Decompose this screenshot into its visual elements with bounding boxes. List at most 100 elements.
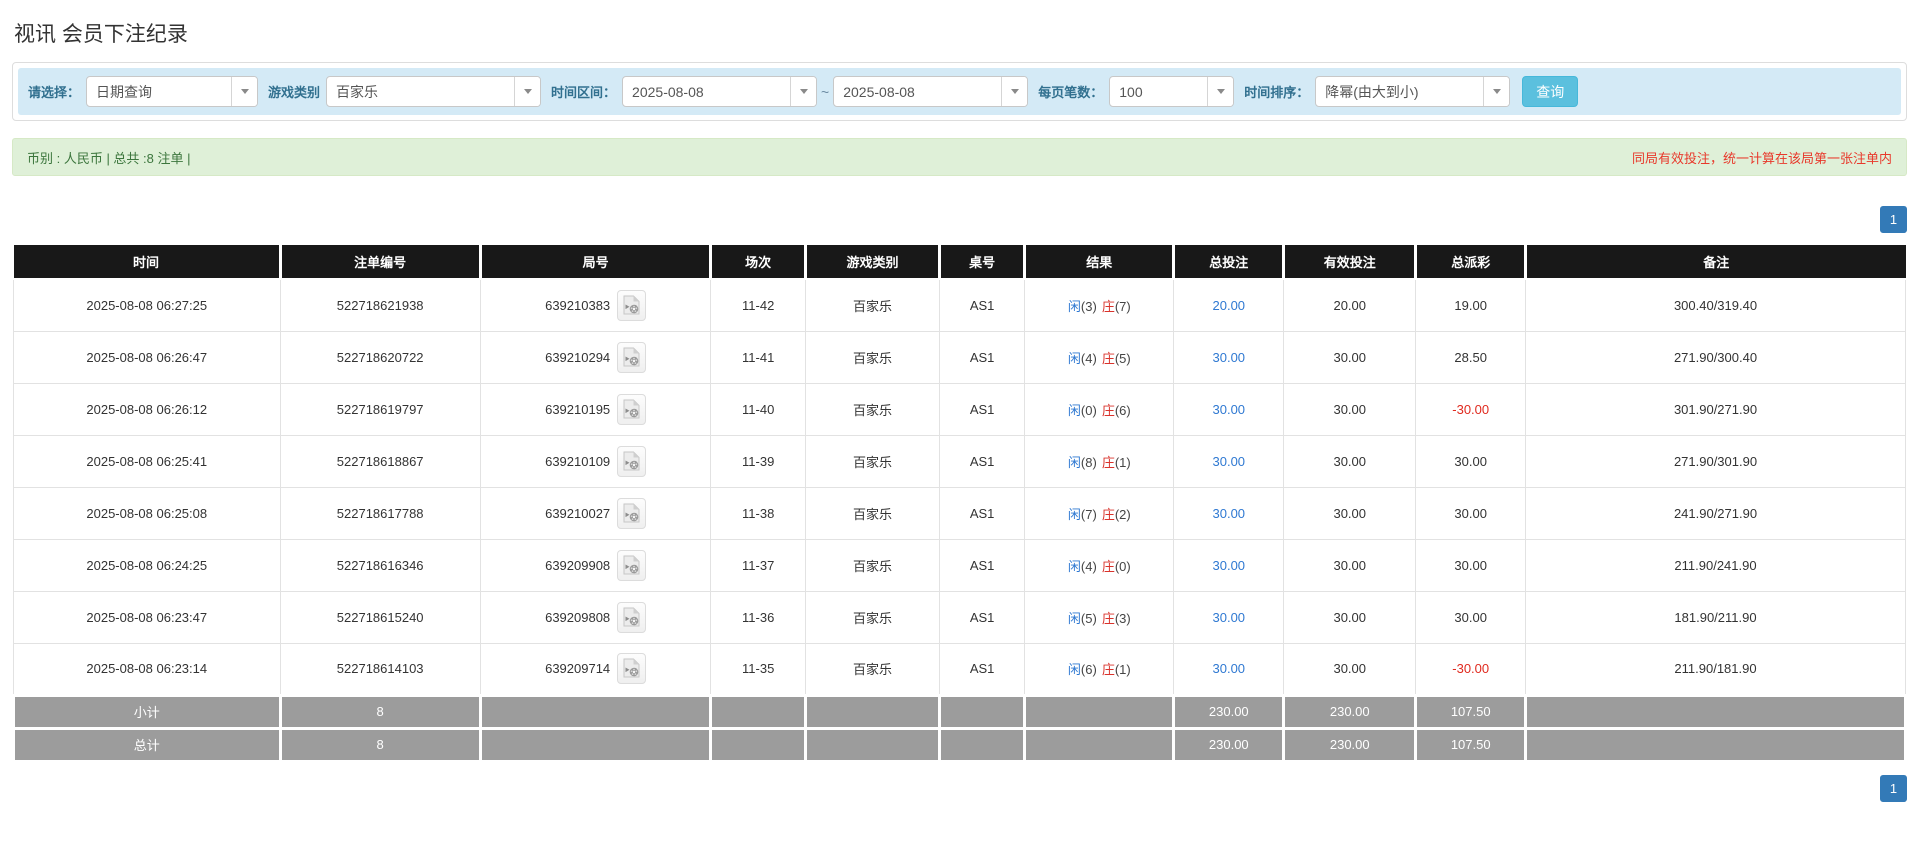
game-category-cell: 百家乐 (804, 434, 941, 488)
session-cell: 11-38 (710, 486, 806, 540)
player-score: (8) (1080, 454, 1097, 470)
total-bet-link[interactable]: 30.00 (1213, 454, 1246, 469)
round-id-text: 639209714 (545, 661, 611, 676)
pagination-bottom: 1 (12, 774, 1907, 802)
video-replay-button[interactable] (617, 341, 647, 373)
chevron-down-icon[interactable] (1483, 77, 1510, 106)
round-id-text: 639210294 (545, 349, 611, 365)
table-no-cell: AS1 (939, 330, 1026, 384)
tilde-separator: ~ (821, 83, 830, 100)
remark-cell: 181.90/211.90 (1525, 590, 1906, 644)
player-result-label: 闲 (1067, 610, 1081, 626)
result-cell: 闲(3) 庄(7) (1024, 278, 1175, 332)
banker-result-label: 庄 (1101, 454, 1115, 470)
payout-cell: -30.00 (1415, 382, 1527, 436)
bet-id-cell: 522718619797 (279, 382, 481, 436)
bet-records-table: 时间 注单编号 局号 场次 游戏类别 桌号 结果 总投注 有效投注 总派彩 备注… (12, 245, 1907, 763)
grand-total-total-bet: 230.00 (1172, 726, 1286, 763)
subtotal-row: 小计 8 230.00 230.00 107.50 (12, 693, 1907, 730)
banker-result-label: 庄 (1101, 506, 1115, 522)
table-no-cell: AS1 (939, 590, 1026, 644)
player-result-label: 闲 (1067, 662, 1081, 677)
header-payout: 总派彩 (1414, 245, 1526, 280)
total-bet-link[interactable]: 30.00 (1213, 610, 1246, 625)
time-sort-select[interactable]: 降幂(由大到小) (1315, 76, 1511, 107)
bet-id-cell: 522718618867 (279, 434, 481, 488)
valid-bet-cell: 30.00 (1283, 590, 1417, 644)
video-replay-button[interactable] (617, 289, 647, 321)
time-sort-label: 时间排序： (1244, 85, 1310, 100)
result-cell: 闲(5) 庄(3) (1024, 590, 1175, 644)
banker-score: (2) (1114, 506, 1131, 522)
session-cell: 11-36 (710, 590, 806, 644)
banker-result-label: 庄 (1101, 662, 1115, 677)
game-category-select[interactable]: 百家乐 (326, 76, 542, 107)
result-cell: 闲(8) 庄(1) (1024, 434, 1175, 488)
result-cell: 闲(7) 庄(2) (1024, 486, 1175, 540)
total-bet-link[interactable]: 30.00 (1213, 558, 1246, 573)
bet-id-cell: 522718614103 (279, 642, 481, 696)
total-bet-link[interactable]: 30.00 (1213, 402, 1246, 417)
banker-result-label: 庄 (1101, 558, 1115, 574)
page-1-button[interactable]: 1 (1880, 774, 1907, 802)
video-replay-button[interactable] (617, 393, 647, 425)
per-page-select[interactable]: 100 (1109, 76, 1235, 107)
session-cell: 11-37 (710, 538, 806, 592)
video-replay-button[interactable] (617, 601, 647, 633)
grand-total-label: 总计 (12, 726, 282, 763)
query-type-select[interactable]: 日期查询 (86, 76, 259, 107)
table-no-cell: AS1 (939, 278, 1026, 332)
remark-cell: 300.40/319.40 (1525, 278, 1906, 332)
chevron-down-icon[interactable] (514, 77, 541, 106)
video-replay-button[interactable] (617, 445, 647, 477)
subtotal-total-bet: 230.00 (1172, 693, 1286, 730)
valid-bet-cell: 30.00 (1283, 382, 1417, 436)
remark-cell: 271.90/301.90 (1525, 434, 1906, 488)
date-to-input[interactable]: 2025-08-08 (833, 76, 1029, 107)
time-cell: 2025-08-08 06:25:41 (13, 434, 281, 488)
valid-bet-cell: 30.00 (1283, 330, 1417, 384)
video-clip-icon (623, 658, 640, 678)
video-replay-button[interactable] (617, 549, 647, 581)
player-result-label: 闲 (1067, 454, 1081, 470)
bet-id-cell: 522718616346 (279, 538, 481, 592)
valid-bet-cell: 30.00 (1283, 434, 1417, 488)
grand-total-valid-bet: 230.00 (1282, 726, 1418, 763)
chevron-down-icon[interactable] (1207, 77, 1234, 106)
chevron-down-icon[interactable] (790, 77, 817, 106)
video-replay-button[interactable] (617, 653, 647, 684)
date-from-input[interactable]: 2025-08-08 (622, 76, 818, 107)
total-bet-link[interactable]: 30.00 (1213, 350, 1246, 365)
subtotal-label: 小计 (12, 693, 282, 730)
player-score: (6) (1080, 662, 1097, 677)
total-bet-cell: 30.00 (1173, 538, 1285, 592)
grand-total-row: 总计 8 230.00 230.00 107.50 (12, 726, 1907, 763)
time-cell: 2025-08-08 06:24:25 (13, 538, 281, 592)
chevron-down-icon[interactable] (1001, 77, 1028, 106)
game-category-cell: 百家乐 (804, 538, 941, 592)
video-clip-icon (623, 399, 640, 418)
header-total-bet: 总投注 (1172, 245, 1284, 280)
video-clip-icon (623, 503, 640, 522)
time-cell: 2025-08-08 06:23:47 (13, 590, 281, 644)
table-row: 2025-08-08 06:25:41 522718618867 6392101… (13, 434, 1906, 488)
time-cell: 2025-08-08 06:27:25 (13, 278, 281, 332)
total-bet-link[interactable]: 20.00 (1213, 298, 1246, 313)
search-button[interactable]: 查询 (1522, 76, 1579, 107)
banker-result-label: 庄 (1101, 298, 1115, 314)
page-1-button[interactable]: 1 (1880, 206, 1907, 233)
valid-bet-cell: 20.00 (1283, 278, 1417, 332)
currency-summary-text: 币别 : 人民币 | 总共 :8 注单 | (27, 150, 191, 166)
total-bet-link[interactable]: 30.00 (1213, 506, 1246, 521)
total-bet-link[interactable]: 30.00 (1213, 661, 1246, 676)
banker-score: (1) (1114, 454, 1131, 470)
video-replay-button[interactable] (617, 497, 647, 529)
valid-bet-cell: 30.00 (1283, 486, 1417, 540)
bet-id-cell: 522718615240 (279, 590, 481, 644)
chevron-down-icon[interactable] (231, 77, 258, 106)
table-row: 2025-08-08 06:23:14 522718614103 6392097… (13, 642, 1906, 696)
total-bet-cell: 30.00 (1173, 434, 1285, 488)
filter-panel: 请选择： 日期查询 游戏类别 百家乐 时间区间： 2025-08-08 ~ 20… (12, 62, 1907, 121)
payout-cell: 28.50 (1415, 330, 1527, 384)
banker-result-label: 庄 (1101, 350, 1115, 366)
